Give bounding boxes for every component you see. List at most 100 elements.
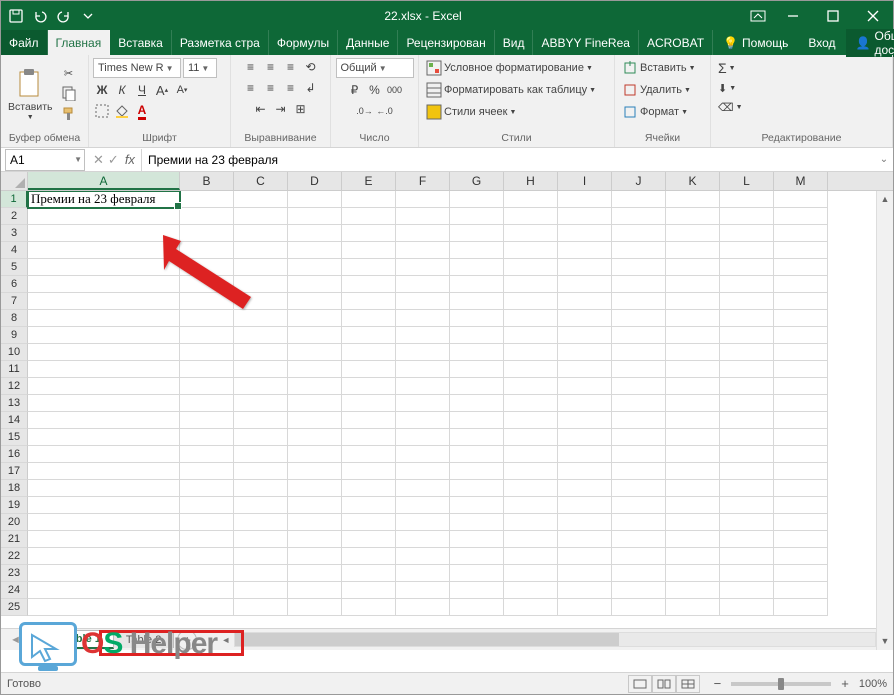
cell[interactable] [774,565,828,582]
cell[interactable] [558,259,612,276]
row-header[interactable]: 1 [1,191,28,208]
save-icon[interactable] [5,5,27,27]
row-header[interactable]: 13 [1,395,28,412]
cell[interactable] [180,344,234,361]
cell[interactable] [720,378,774,395]
zoom-slider[interactable] [731,682,831,686]
cell[interactable] [342,276,396,293]
cell[interactable] [28,259,180,276]
cell[interactable] [342,378,396,395]
redo-icon[interactable] [53,5,75,27]
row-header[interactable]: 12 [1,378,28,395]
cell[interactable] [28,412,180,429]
vscroll-down-icon[interactable]: ▼ [877,633,893,650]
cell[interactable] [558,412,612,429]
cell-styles-button[interactable]: Стили ячеек▼ [423,102,519,122]
cell[interactable] [342,548,396,565]
row-header[interactable]: 11 [1,361,28,378]
cell[interactable] [450,429,504,446]
cell[interactable] [666,429,720,446]
cell[interactable] [720,242,774,259]
ribbon-display-options-icon[interactable] [743,1,773,30]
italic-button[interactable]: К [113,81,131,99]
cell[interactable] [288,276,342,293]
grow-font-button[interactable]: A▴ [153,81,171,99]
normal-view-button[interactable] [628,675,652,693]
cell[interactable] [774,412,828,429]
column-header[interactable]: H [504,172,558,190]
align-left-button[interactable]: ≡ [242,79,260,97]
cell[interactable] [450,497,504,514]
help-button[interactable]: 💡Помощь [713,36,798,50]
cell[interactable] [288,412,342,429]
cell[interactable] [504,480,558,497]
vertical-scrollbar[interactable]: ▲ ▼ [876,191,893,650]
cell[interactable] [720,565,774,582]
cell[interactable] [612,395,666,412]
cell[interactable] [720,412,774,429]
cell[interactable] [558,310,612,327]
zoom-level[interactable]: 100% [859,678,887,690]
cell[interactable] [234,565,288,582]
cell[interactable] [774,378,828,395]
fill-color-button[interactable] [113,102,131,120]
maximize-button[interactable] [813,1,853,30]
signin-button[interactable]: Вход [798,36,845,50]
cell[interactable] [558,395,612,412]
cut-button[interactable]: ✂ [58,65,80,82]
row-header[interactable]: 15 [1,429,28,446]
cell[interactable] [558,565,612,582]
cell[interactable] [342,565,396,582]
formula-input[interactable] [141,149,875,171]
cell[interactable] [342,327,396,344]
cell[interactable] [450,327,504,344]
cell[interactable] [180,293,234,310]
cell[interactable] [288,514,342,531]
cell[interactable] [180,565,234,582]
cell[interactable] [558,293,612,310]
cell[interactable] [288,531,342,548]
cell[interactable] [612,412,666,429]
cell[interactable] [396,531,450,548]
cell[interactable] [342,361,396,378]
cell[interactable] [612,378,666,395]
cell[interactable] [720,191,774,208]
cell[interactable] [450,395,504,412]
minimize-button[interactable] [773,1,813,30]
cell[interactable] [180,429,234,446]
cell[interactable] [28,395,180,412]
cell[interactable] [720,293,774,310]
cell[interactable] [558,446,612,463]
cell[interactable] [774,480,828,497]
copy-button[interactable] [58,83,80,103]
cell[interactable] [342,446,396,463]
comma-button[interactable]: 000 [386,81,404,99]
select-all-corner[interactable] [1,172,28,190]
column-header[interactable]: D [288,172,342,190]
cell[interactable] [720,361,774,378]
cell[interactable] [774,208,828,225]
cell[interactable] [666,225,720,242]
row-header[interactable]: 2 [1,208,28,225]
cell[interactable] [450,259,504,276]
cell[interactable] [504,412,558,429]
cell[interactable] [450,463,504,480]
row-header[interactable]: 25 [1,599,28,616]
cell[interactable] [28,378,180,395]
zoom-in-button[interactable]: + [837,676,853,691]
cell[interactable] [450,310,504,327]
cell[interactable] [234,327,288,344]
cell[interactable] [396,446,450,463]
cell[interactable] [234,548,288,565]
cell[interactable] [450,344,504,361]
cell[interactable] [234,463,288,480]
underline-button[interactable]: Ч [133,81,151,99]
cell[interactable] [288,293,342,310]
horizontal-scrollbar[interactable]: ◄ ► [217,629,893,650]
cell[interactable] [234,191,288,208]
cell[interactable] [612,446,666,463]
cell[interactable] [612,480,666,497]
vscroll-up-icon[interactable]: ▲ [877,191,893,208]
cell[interactable] [396,514,450,531]
cell[interactable] [612,242,666,259]
